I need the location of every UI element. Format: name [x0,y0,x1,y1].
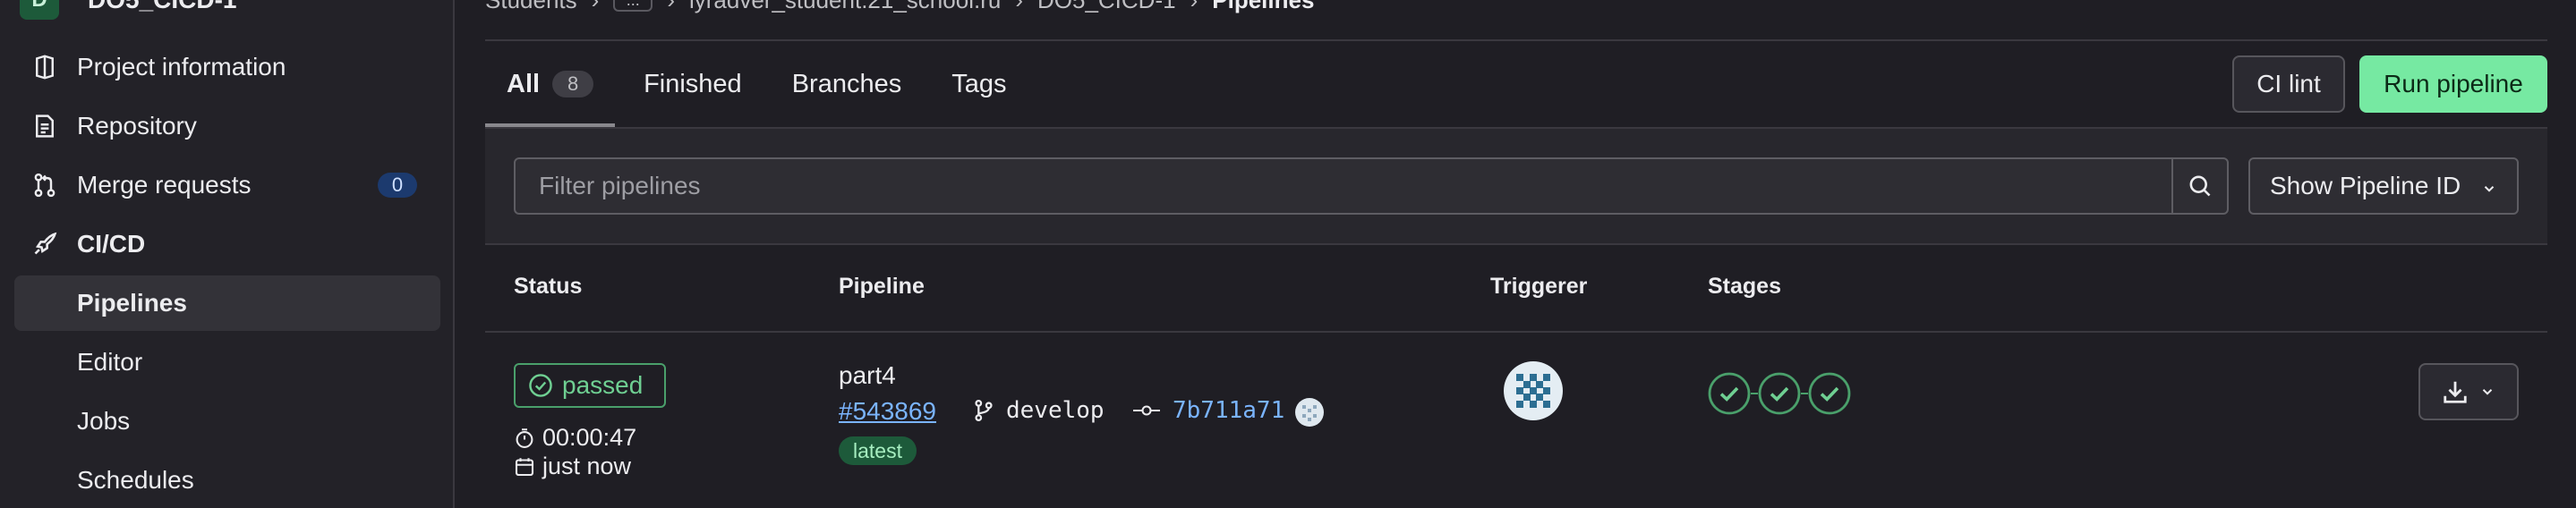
filter-bar: Show Pipeline ID [485,129,2547,243]
sidebar-item-editor[interactable]: Editor [14,334,440,390]
tab-label: Branches [791,69,902,98]
sidebar-item-label: Merge requests [77,171,252,199]
status-badge[interactable]: passed [514,363,666,408]
breadcrumb-item[interactable]: lyradver_student.21_school.ru [689,0,1001,14]
triggerer-avatar[interactable] [1504,361,1563,420]
tab-finished[interactable]: Finished [644,41,742,127]
sidebar-item-label: Editor [77,348,143,376]
breadcrumb-separator: › [1190,0,1198,14]
project-header[interactable]: D DO5_CICD-1 [20,0,236,20]
branch-ref[interactable]: develop [972,397,1105,424]
breadcrumb-item[interactable]: Students [485,0,577,14]
filter-pipelines-input[interactable] [514,157,2173,215]
sidebar-item-repository[interactable]: Repository [14,98,440,154]
tab-all[interactable]: All 8 [485,41,616,127]
check-circle-icon [529,374,552,397]
stage-connector [1801,393,1808,394]
breadcrumb-separator: › [667,0,675,14]
finished-time: just now [514,453,631,480]
project-avatar: D [20,0,59,20]
chevron-down-icon [2482,389,2493,395]
tab-label: Tags [951,69,1007,98]
document-icon [36,114,54,138]
breadcrumb-current[interactable]: Pipelines [1212,0,1314,14]
search-icon [2189,175,2211,197]
commit-icon [1133,405,1160,416]
pipeline-id-select[interactable]: Show Pipeline ID [2248,157,2519,215]
tab-tags[interactable]: Tags [951,41,1006,127]
breadcrumb-more-button[interactable]: ... [613,0,653,12]
pipeline-stages [1708,372,1851,415]
column-header-stages: Stages [1708,274,1781,299]
duration-value: 00:00:47 [542,424,637,451]
stage-passed-icon[interactable] [1708,372,1751,415]
pipeline-name[interactable]: part4 [839,361,896,390]
status-label: passed [562,371,644,399]
project-info-icon [36,55,54,80]
divider [485,243,2547,245]
sidebar-item-schedules[interactable]: Schedules [14,453,440,508]
column-header-status: Status [514,274,583,299]
sidebar-item-pipelines[interactable]: Pipelines [14,275,440,331]
project-name[interactable]: DO5_CICD-1 [88,0,236,14]
download-artifacts-button[interactable] [2418,363,2519,420]
sidebar-item-merge-requests[interactable]: Merge requests 0 [14,157,440,213]
sidebar-item-label: Jobs [77,407,131,435]
sidebar-item-label: Project information [77,53,286,80]
sidebar-item-label: Pipelines [77,289,187,317]
sidebar-item-label: CI/CD [77,230,146,258]
download-icon [2444,381,2467,403]
divider [485,331,2547,333]
sidebar: D DO5_CICD-1 Project information Reposit… [0,0,455,508]
tab-label: All [507,69,541,98]
tab-label: Finished [644,69,742,98]
select-value: Show Pipeline ID [2270,172,2461,199]
column-header-triggerer: Triggerer [1490,274,1588,299]
column-header-pipeline: Pipeline [839,274,925,299]
stage-passed-icon[interactable] [1758,372,1801,415]
merge-request-icon [34,173,55,198]
branch-icon [975,399,993,422]
breadcrumb-separator: › [1015,0,1023,14]
sidebar-item-cicd[interactable]: CI/CD [14,216,440,272]
breadcrumb-separator: › [592,0,600,14]
merge-requests-count-badge: 0 [378,173,417,198]
breadcrumb: Students › ... › lyradver_student.21_sch… [485,0,1314,14]
stage-connector [1751,393,1758,394]
duration: 00:00:47 [514,424,636,452]
commit-sha: 7b711a71 [1173,397,1285,424]
timer-icon [516,428,533,448]
stage-passed-icon[interactable] [1808,372,1851,415]
finished-value: just now [542,453,632,479]
sidebar-item-label: Repository [77,112,197,140]
latest-badge: latest [839,436,917,465]
pipeline-id-link[interactable]: #543869 [839,397,936,426]
breadcrumb-item[interactable]: DO5_CICD-1 [1037,0,1176,14]
calendar-icon [515,457,534,476]
tab-branches[interactable]: Branches [792,41,902,127]
sidebar-item-label: Schedules [77,466,194,494]
pipeline-tabs: All 8 Finished Branches Tags [485,41,1056,127]
branch-name: develop [1006,397,1105,424]
commit-ref[interactable]: 7b711a71 [1133,397,1284,424]
rocket-icon [34,232,57,255]
commit-author-avatar[interactable] [1295,398,1324,427]
run-pipeline-button[interactable]: Run pipeline [2359,55,2547,113]
search-button[interactable] [2171,157,2229,215]
ci-lint-button[interactable]: CI lint [2232,55,2345,113]
chevron-down-icon [2484,186,2495,192]
tab-count-badge: 8 [552,71,594,97]
sidebar-item-jobs[interactable]: Jobs [14,394,440,449]
sidebar-item-project-information[interactable]: Project information [14,39,440,95]
